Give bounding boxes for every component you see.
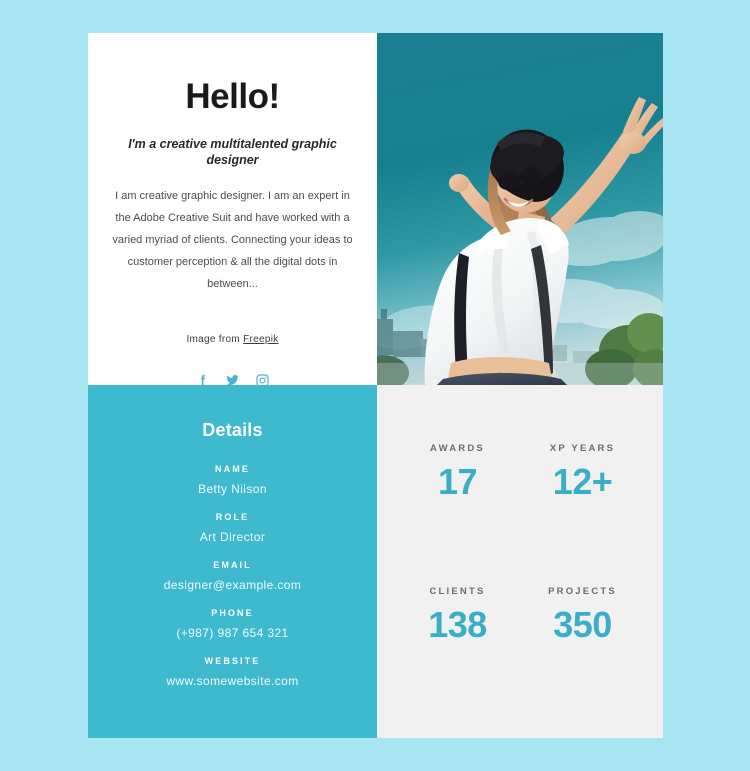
stat-xp-years: XP YEARS 12+: [520, 423, 645, 566]
stat-clients: CLIENTS 138: [395, 566, 520, 709]
detail-value: Art Director: [199, 530, 266, 544]
detail-label: WEBSITE: [204, 656, 261, 666]
detail-label: PHONE: [211, 608, 254, 618]
detail-label: ROLE: [215, 512, 250, 522]
stats-panel: AWARDS 17 XP YEARS 12+ CLIENTS 138 PROJE…: [377, 385, 663, 738]
profile-card: Hello! I'm a creative multitalented grap…: [88, 33, 663, 738]
stat-awards: AWARDS 17: [395, 423, 520, 566]
stat-value: 12+: [552, 461, 613, 502]
detail-value: Betty Nilson: [198, 482, 267, 496]
page-title: Hello!: [185, 77, 280, 116]
freepik-link[interactable]: Freepik: [243, 334, 278, 345]
details-title: Details: [202, 420, 263, 440]
detail-field-role: ROLE Art Director: [108, 512, 357, 544]
detail-field-email: EMAIL designer@example.com: [108, 560, 357, 592]
detail-field-name: NAME Betty Nilson: [108, 464, 357, 496]
image-credit: Image from Freepik: [186, 334, 278, 345]
image-credit-prefix: Image from: [186, 333, 241, 345]
page-root: Hello! I'm a creative multitalented grap…: [0, 0, 750, 771]
stat-label: CLIENTS: [429, 585, 486, 597]
stat-projects: PROJECTS 350: [520, 566, 645, 709]
detail-field-phone: PHONE (+987) 987 654 321: [108, 608, 357, 640]
details-panel: Details NAME Betty Nilson ROLE Art Direc…: [88, 385, 377, 738]
stat-value: 138: [428, 603, 487, 645]
detail-value[interactable]: (+987) 987 654 321: [108, 626, 357, 640]
profile-photo: [377, 33, 663, 385]
stat-label: AWARDS: [430, 443, 485, 454]
intro-body-text: I am creative graphic designer. I am an …: [112, 189, 353, 290]
detail-value[interactable]: www.somewebsite.com: [108, 674, 357, 688]
stat-label: PROJECTS: [548, 585, 617, 597]
intro-subtitle: I'm a creative multitalented graphic des…: [128, 137, 337, 168]
stat-label: XP YEARS: [549, 443, 616, 454]
detail-label: NAME: [215, 464, 250, 474]
detail-value[interactable]: designer@example.com: [108, 578, 357, 592]
intro-panel: Hello! I'm a creative multitalented grap…: [88, 33, 377, 387]
detail-label: EMAIL: [213, 560, 252, 570]
stat-value: 350: [553, 603, 612, 645]
detail-field-website: WEBSITE www.somewebsite.com: [108, 656, 357, 688]
stat-value: 17: [437, 461, 478, 502]
